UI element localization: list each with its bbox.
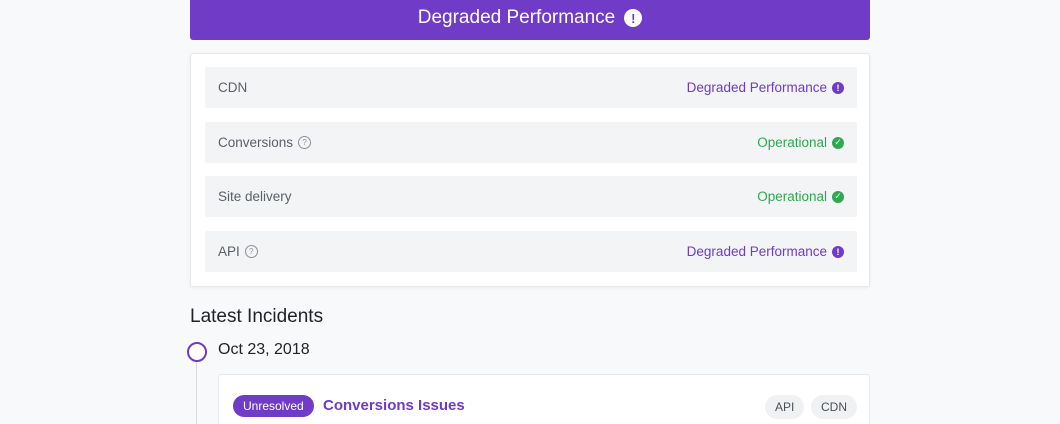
check-circle-icon: ✓ xyxy=(832,190,844,203)
component-name: CDN xyxy=(218,80,247,95)
incident-title-link[interactable]: Conversions Issues xyxy=(323,397,465,414)
incident-date: Oct 23, 2018 xyxy=(218,341,310,358)
status-label: Operational xyxy=(757,189,827,204)
component-status: Degraded Performance ! xyxy=(687,244,844,259)
component-row-site-delivery: Site delivery Operational ✓ xyxy=(205,176,857,217)
status-banner: Degraded Performance ! xyxy=(190,0,870,40)
component-status: Operational ✓ xyxy=(757,189,844,204)
status-label: Degraded Performance xyxy=(686,80,827,95)
exclamation-circle-icon: ! xyxy=(624,9,643,27)
component-row-api: API ? Degraded Performance ! xyxy=(205,231,857,272)
latest-incidents-heading: Latest Incidents xyxy=(190,306,324,327)
help-icon[interactable]: ? xyxy=(244,245,258,258)
timeline-dot xyxy=(187,342,207,362)
status-label: Operational xyxy=(757,135,827,150)
components-panel: CDN Degraded Performance ! Conversions ?… xyxy=(190,53,870,287)
status-page: Degraded Performance ! CDN Degraded Perf… xyxy=(0,0,1060,424)
banner-text: Degraded Performance xyxy=(417,7,616,28)
status-badge: Unresolved xyxy=(233,395,314,417)
timeline-line xyxy=(196,362,197,424)
component-name: Conversions ? xyxy=(218,135,312,150)
incident-tag[interactable]: API xyxy=(765,395,805,419)
component-label: CDN xyxy=(218,80,248,95)
component-row-cdn: CDN Degraded Performance ! xyxy=(205,67,857,108)
component-row-conversions: Conversions ? Operational ✓ xyxy=(205,122,857,163)
component-name: Site delivery xyxy=(218,189,292,204)
check-circle-icon: ✓ xyxy=(832,136,844,149)
incident-card[interactable]: Unresolved Conversions Issues API CDN xyxy=(218,374,870,424)
component-label: Site delivery xyxy=(218,189,292,204)
status-label: Degraded Performance xyxy=(686,244,827,259)
component-name: API ? xyxy=(218,244,258,259)
component-label: API xyxy=(218,244,240,259)
exclamation-circle-icon: ! xyxy=(832,245,844,258)
component-label: Conversions xyxy=(218,135,294,150)
component-status: Degraded Performance ! xyxy=(687,80,844,95)
component-status: Operational ✓ xyxy=(757,135,844,150)
help-icon[interactable]: ? xyxy=(298,136,312,149)
exclamation-circle-icon: ! xyxy=(832,81,844,94)
incident-tag[interactable]: CDN xyxy=(811,395,857,419)
